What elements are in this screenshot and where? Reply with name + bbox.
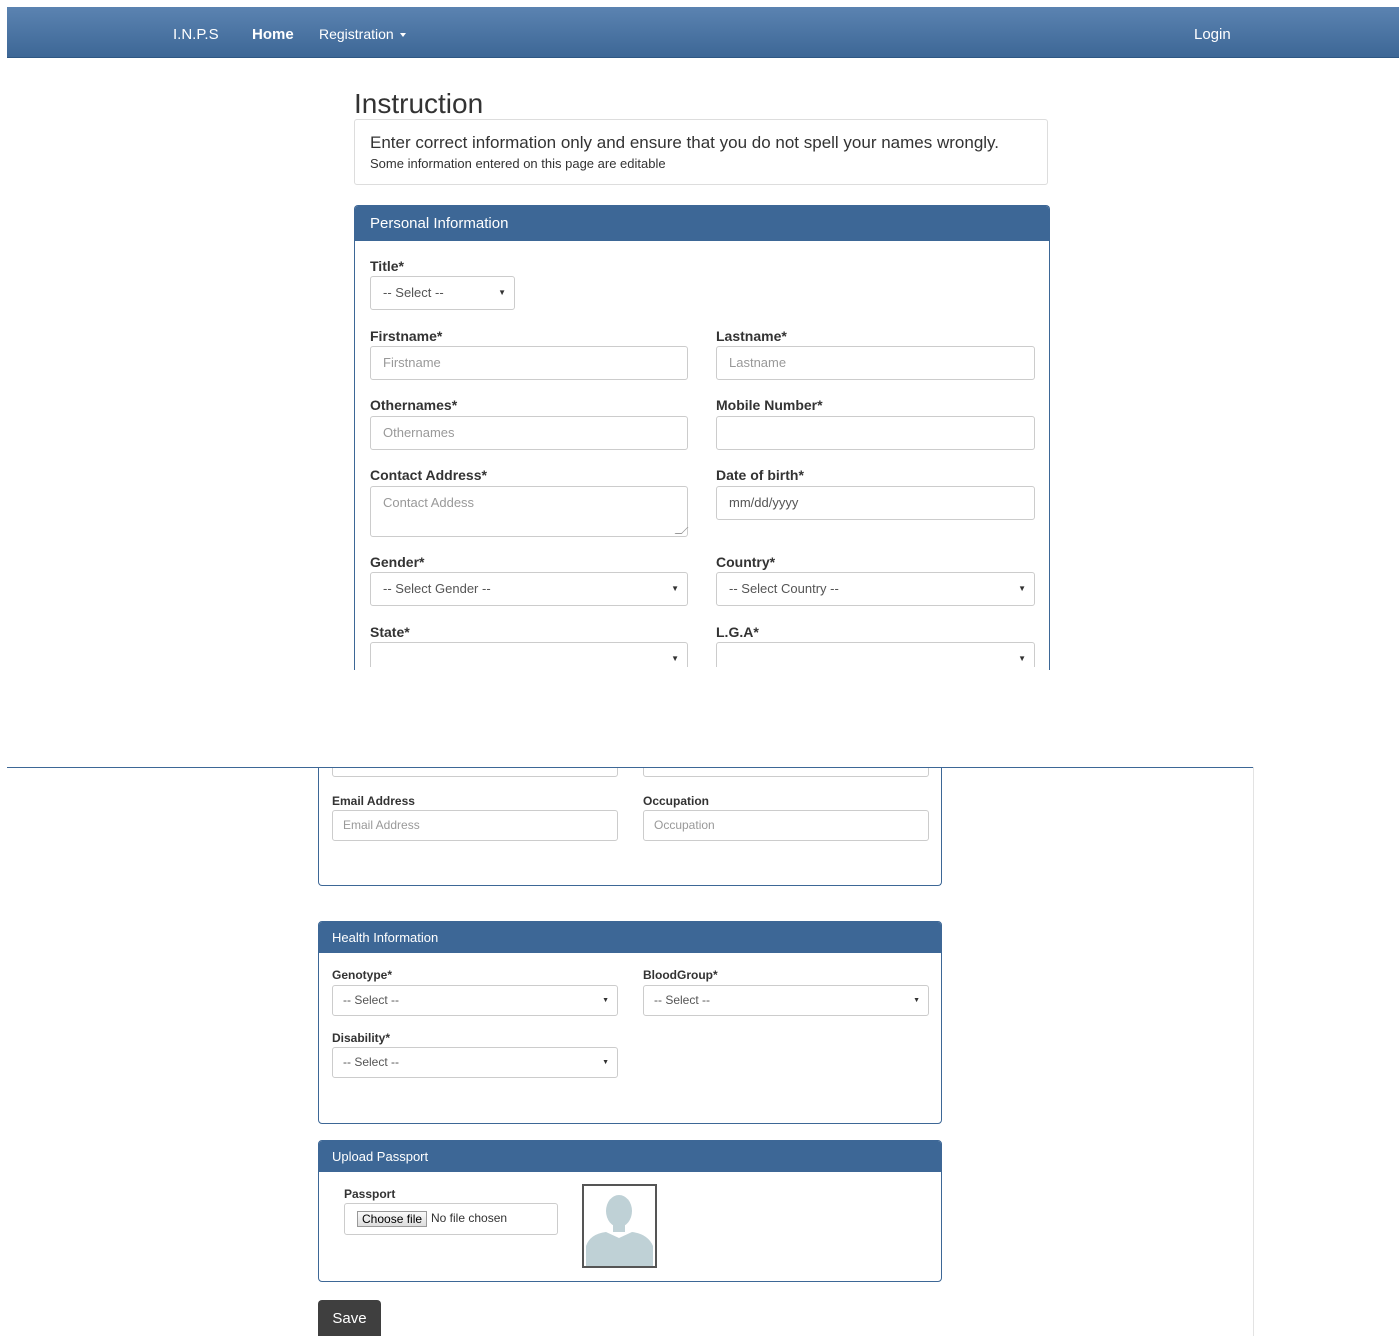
cutoff-input-right[interactable] (643, 768, 929, 777)
dob-label: Date of birth* (716, 467, 804, 483)
lga-label: L.G.A* (716, 624, 759, 640)
top-navbar: I.N.P.S Home Registration Login (7, 7, 1399, 58)
instruction-sub-text: Some information entered on this page ar… (370, 156, 666, 171)
choose-file-button[interactable]: Choose file (357, 1211, 428, 1227)
state-label: State* (370, 624, 410, 640)
lga-select-clip: ▼ (716, 642, 1035, 667)
bloodgroup-select-value: -- Select -- (654, 993, 711, 1007)
bloodgroup-select[interactable]: -- Select -- ▼ (643, 985, 929, 1016)
nav-registration-label: Registration (319, 26, 394, 42)
lga-select[interactable]: ▼ (716, 642, 1035, 667)
dropdown-arrow-icon: ▼ (498, 288, 506, 297)
passport-label: Passport (344, 1187, 396, 1201)
instruction-box: Enter correct information only and ensur… (354, 119, 1048, 185)
save-button[interactable]: Save (318, 1300, 381, 1336)
passport-file-input[interactable]: Choose file No file chosen (344, 1203, 558, 1235)
title-select[interactable]: -- Select -- ▼ (370, 276, 515, 310)
page-edge-line (1253, 767, 1254, 1336)
state-select-clip: ▼ (370, 642, 688, 667)
firstname-input[interactable]: Firstname (370, 346, 688, 380)
nav-login-link[interactable]: Login (1194, 26, 1231, 43)
dropdown-arrow-icon: ▼ (602, 1059, 609, 1066)
disability-label: Disability* (332, 1031, 391, 1045)
dropdown-arrow-icon: ▼ (602, 997, 609, 1004)
cutoff-field-left (332, 768, 618, 778)
lastname-label: Lastname* (716, 328, 787, 344)
title-label: Title* (370, 258, 404, 274)
disability-select[interactable]: -- Select -- ▼ (332, 1047, 618, 1078)
gender-label: Gender* (370, 554, 425, 570)
occupation-input[interactable]: Occupation (643, 810, 929, 841)
country-select[interactable]: -- Select Country -- ▼ (716, 572, 1035, 606)
country-select-value: -- Select Country -- (729, 581, 839, 596)
dob-input[interactable]: mm/dd/yyyy (716, 486, 1035, 520)
dropdown-arrow-icon: ▼ (913, 997, 920, 1004)
title-select-value: -- Select -- (383, 285, 444, 300)
instruction-main-text: Enter correct information only and ensur… (370, 133, 1000, 152)
contact-address-placeholder: Contact Addess (383, 495, 475, 510)
cutoff-input-left[interactable] (332, 768, 618, 777)
country-label: Country* (716, 554, 776, 570)
contact-address-textarea[interactable]: Contact Addess (370, 486, 689, 537)
genotype-label: Genotype* (332, 968, 393, 982)
genotype-select[interactable]: -- Select -- ▼ (332, 985, 618, 1016)
dropdown-arrow-icon: ▼ (1018, 584, 1026, 593)
brand-link[interactable]: I.N.P.S (173, 26, 219, 43)
upload-passport-heading: Upload Passport (319, 1141, 941, 1172)
email-input[interactable]: Email Address (332, 810, 618, 841)
dropdown-arrow-icon: ▼ (671, 584, 679, 593)
instruction-title: Instruction (354, 88, 484, 119)
dropdown-arrow-icon: ▼ (1018, 654, 1026, 663)
mobile-number-input[interactable] (716, 416, 1035, 450)
firstname-label: Firstname* (370, 328, 443, 344)
nav-registration-dropdown[interactable]: Registration (319, 26, 406, 42)
avatar-silhouette-icon (584, 1186, 655, 1266)
gender-select[interactable]: -- Select Gender -- ▼ (370, 572, 688, 606)
othernames-label: Othernames* (370, 397, 458, 413)
disability-select-value: -- Select -- (343, 1055, 400, 1069)
nav-home-link[interactable]: Home (252, 26, 294, 43)
contact-address-label: Contact Address* (370, 467, 487, 483)
personal-info-heading: Personal Information (355, 206, 1049, 241)
health-info-heading: Health Information (319, 922, 941, 953)
caret-down-icon (399, 33, 406, 38)
gender-select-value: -- Select Gender -- (383, 581, 491, 596)
email-label: Email Address (332, 794, 415, 808)
health-info-panel: Health Information (318, 921, 942, 1124)
genotype-select-value: -- Select -- (343, 993, 400, 1007)
occupation-label: Occupation (643, 794, 710, 808)
mobile-number-label: Mobile Number* (716, 397, 823, 413)
dropdown-arrow-icon: ▼ (671, 654, 679, 663)
cutoff-field-right (643, 768, 929, 778)
resize-handle-icon[interactable] (674, 527, 689, 534)
bloodgroup-label: BloodGroup* (643, 968, 718, 982)
othernames-input[interactable]: Othernames (370, 416, 688, 450)
passport-avatar-placeholder (582, 1184, 657, 1268)
file-status-text: No file chosen (431, 1211, 508, 1225)
lastname-input[interactable]: Lastname (716, 346, 1035, 380)
state-select[interactable]: ▼ (370, 642, 688, 667)
